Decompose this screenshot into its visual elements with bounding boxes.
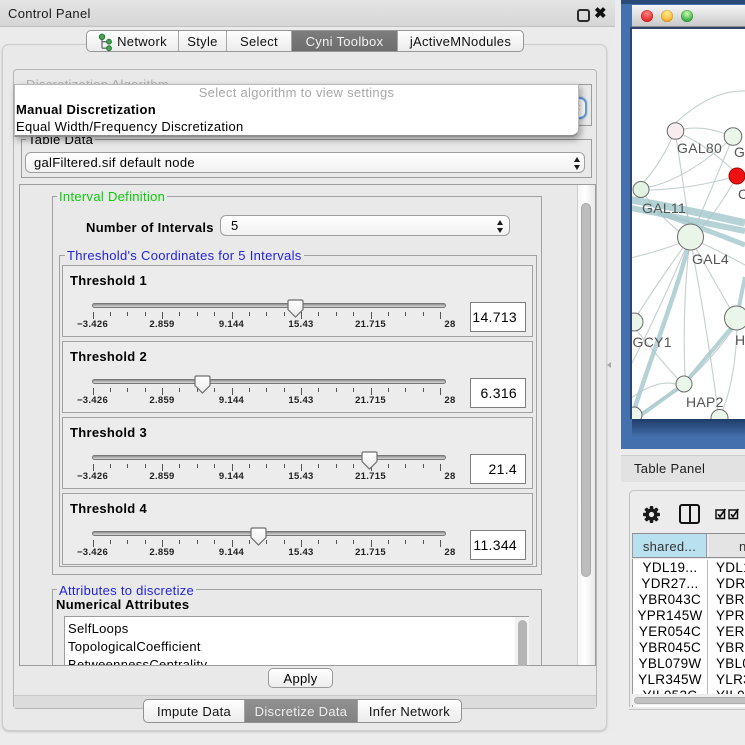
svg-text:H: H [735, 332, 745, 348]
svg-text:HAP2: HAP2 [686, 394, 724, 410]
svg-text:C: C [738, 186, 745, 202]
svg-text:GAL80: GAL80 [677, 140, 722, 156]
svg-text:GAL11: GAL11 [642, 200, 686, 216]
svg-text:GA: GA [734, 144, 745, 160]
svg-text:GAL4: GAL4 [692, 251, 729, 267]
svg-text:GCY1: GCY1 [633, 334, 672, 350]
